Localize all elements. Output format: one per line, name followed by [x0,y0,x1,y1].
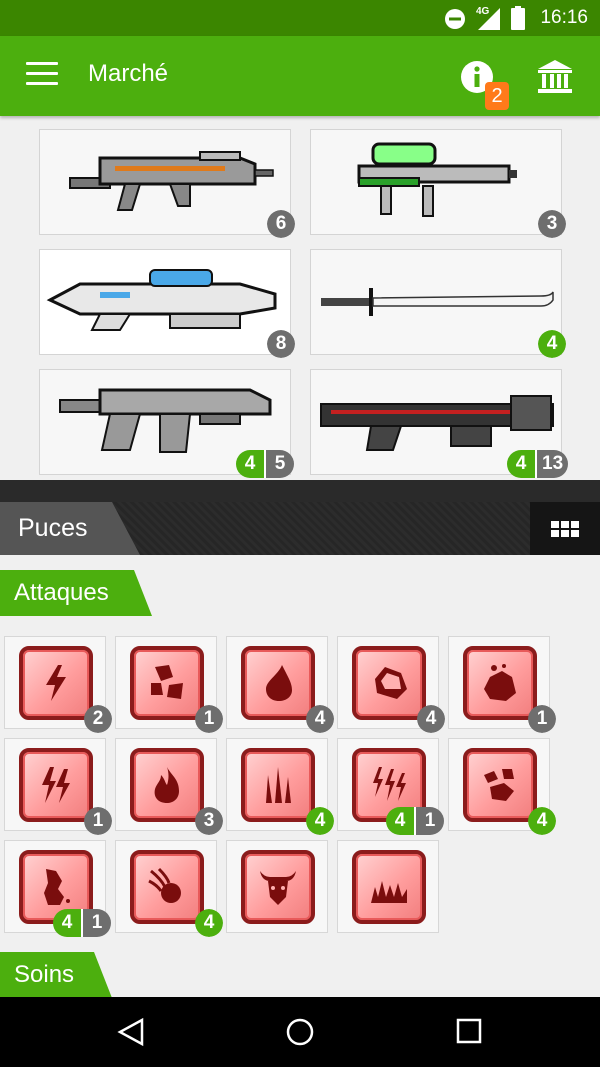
count-badge: 4 [538,330,566,358]
spikes-icon [266,767,291,803]
category-heals[interactable]: Soins [0,952,112,998]
count-badge: 8 [267,330,295,358]
recents-icon[interactable] [456,1018,482,1044]
clock: 16:16 [540,7,588,28]
lightning-icon [46,665,66,701]
count-badge: 4 [528,807,556,835]
grid-icon[interactable] [530,502,600,555]
count-badge: 4 1 [386,807,444,835]
back-icon[interactable] [117,1017,145,1047]
signal-icon [478,8,500,30]
plasma-gun-blue-icon [46,269,277,331]
count-badge: 2 [84,705,112,733]
count-badge: 4 5 [236,450,294,478]
count-badge: 4 1 [53,909,111,937]
section-header: Puces [0,502,600,555]
chip-card[interactable] [337,840,439,933]
count-badge: 3 [538,210,566,238]
bull-icon [260,871,296,905]
menu-icon[interactable] [26,62,58,88]
chip-card[interactable] [226,840,328,933]
count-badge: 6 [267,210,295,238]
battery-icon [511,6,525,30]
home-icon[interactable] [285,1017,315,1047]
flame-icon [154,767,179,803]
navigation-bar [0,997,600,1067]
category-attacks[interactable]: Attaques [0,570,152,616]
rocks-icon [151,665,183,699]
meteor-icon [148,867,181,903]
count-badge: 1 [528,705,556,733]
laser-gun-green-icon [357,142,517,217]
triple-lightning-icon [373,767,406,801]
rifle-orange-icon [69,151,274,211]
count-badge: 3 [195,807,223,835]
weapon-card-plasma-gun-blue[interactable] [39,249,291,355]
section-title: Puces [18,514,88,542]
count-badge: 4 [417,705,445,733]
katana-icon [321,288,554,316]
notification-badge: 2 [485,82,509,110]
count-badge: 4 [306,807,334,835]
dnd-icon [445,9,465,29]
page-title: Marché [88,60,169,87]
fire-wall-icon [371,881,407,903]
count-badge: 4 [195,909,223,937]
stone-icon [375,667,407,699]
count-badge: 4 [306,705,334,733]
weapon-card-katana[interactable] [310,249,562,355]
double-lightning-icon [42,767,70,803]
count-badge: 1 [84,807,112,835]
count-badge: 1 [195,705,223,733]
status-bar: 4G 16:16 [0,0,600,36]
lava-icon [44,869,70,905]
weapons-grid: 6 3 8 4 4 5 4 13 [0,116,600,480]
drop-icon [266,665,292,701]
app-bar: Marché 2 [0,36,600,116]
rock-burst-icon [484,769,514,801]
weapon-card-laser-gun-green[interactable] [310,129,562,235]
bank-icon[interactable] [536,58,574,96]
weapon-card-rifle-orange[interactable] [39,129,291,235]
divider [0,480,600,502]
count-badge: 4 13 [507,450,569,478]
boulder-icon [484,664,516,701]
